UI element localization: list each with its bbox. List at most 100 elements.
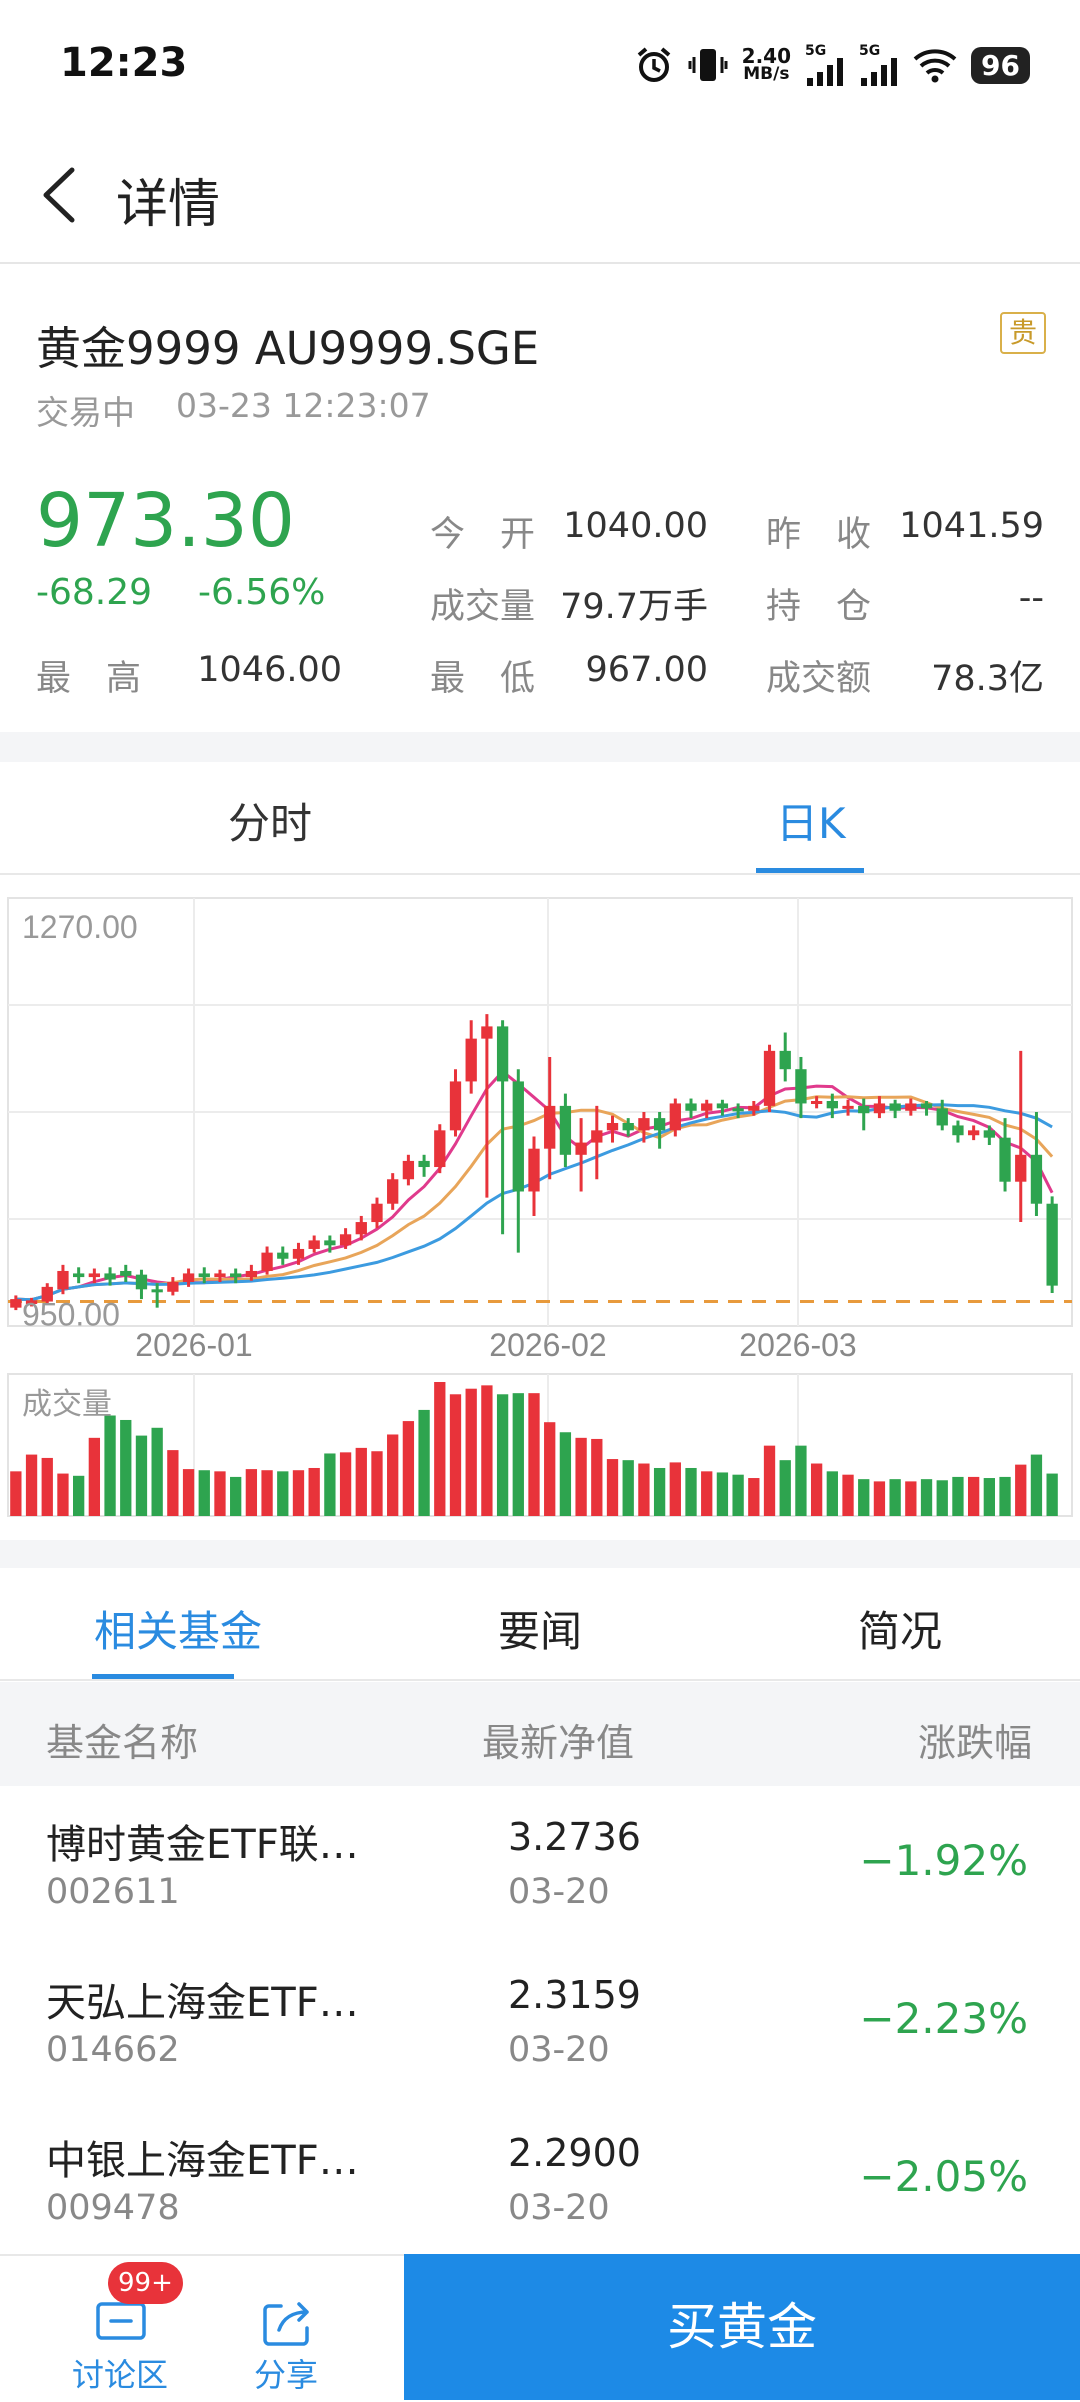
net-speed-value: 2.40 [741,44,792,68]
candle-body [308,1240,320,1249]
volume-bar [622,1460,634,1516]
candle-body [214,1273,226,1278]
candle-body [873,1103,886,1114]
volume-bar [57,1473,69,1516]
candle-body [387,1179,399,1204]
trade-status: 交易中 [36,393,135,432]
volume-bar [434,1382,446,1516]
candle [763,1044,776,1112]
y-axis-top-label: 1270.00 [22,909,138,945]
candle [842,1099,854,1116]
volume-bar [355,1447,367,1516]
position-value: -- [1018,578,1044,618]
candle [983,1125,995,1146]
status-bar: 12:23 2.40 MB/s 5G 5G 96 [0,0,1080,132]
candle-body [622,1123,634,1131]
prev-close-label: 昨 收 [766,515,872,555]
candle-body [230,1273,242,1278]
volume-bar [418,1409,430,1516]
candle [371,1197,383,1229]
signal-icon: 5G [805,44,845,86]
category-tag: 贵 [1000,312,1046,354]
tab-news[interactable]: 要闻 [498,1598,582,1659]
back-button[interactable] [34,160,94,230]
candle-body [544,1105,556,1149]
trade-time: 03-23 12:23:07 [176,386,431,425]
candle [575,1118,587,1192]
buy-gold-button[interactable]: 买黄金 [404,2254,1080,2400]
volume-bar [308,1467,320,1516]
volume-bar [245,1469,258,1516]
tab-intraday[interactable]: 分时 [228,790,312,851]
volume-bar [591,1438,603,1516]
volume-bar [967,1476,980,1516]
candle-body [198,1273,210,1278]
tab-related-funds[interactable]: 相关基金 [94,1598,262,1659]
volume-bar [716,1472,729,1516]
candle-body [936,1108,948,1126]
candle-body [889,1103,901,1111]
fund-name: 中银上海金ETF… [46,2138,359,2184]
volume-bar [339,1452,352,1516]
kline-chart[interactable]: 1270.00 950.00 2026-01 2026-02 2026-03 成交量 [0,880,1080,1540]
volume-bar [889,1479,901,1516]
candle [434,1124,446,1174]
header-change: 涨跌幅 [917,1721,1032,1765]
volume-bar [512,1393,524,1516]
fund-code: 009478 [46,2188,180,2228]
candle-body [999,1137,1011,1182]
volume-bar [763,1445,776,1516]
candle-body [88,1273,101,1278]
fund-code: 014662 [46,2030,180,2070]
candle-body [1046,1203,1058,1286]
candle-body [261,1252,273,1271]
candle-body [512,1081,524,1192]
candle-body [795,1069,807,1104]
candle [967,1125,980,1141]
candle-body [57,1270,69,1290]
candle-body [496,1026,509,1082]
candle [135,1269,148,1300]
candle-body [858,1105,870,1114]
share-button[interactable]: 分享 [216,2256,356,2402]
page-title: 详情 [116,175,221,235]
candle [10,1295,22,1311]
tab-overview[interactable]: 简况 [858,1598,942,1659]
volume-label: 成交量 [430,587,536,627]
tab-daily-k[interactable]: 日K [776,790,846,851]
candle-body [952,1125,964,1136]
candle-body [371,1203,383,1223]
candle [120,1264,132,1282]
candle-body [591,1130,603,1143]
candle [261,1246,273,1275]
candle-body [449,1081,462,1131]
volume-bar [120,1419,132,1516]
candle [544,1056,556,1180]
fund-date: 03-20 [508,2188,610,2228]
high-label: 最 高 [36,659,142,699]
volume-bar [182,1469,195,1516]
volume-bar [1046,1473,1058,1516]
candle-body [167,1281,179,1292]
candle-body [418,1160,430,1168]
candle-body [669,1103,681,1131]
vibrate-icon [688,45,728,85]
volume-bar [25,1454,38,1516]
candle [1046,1196,1058,1293]
volume-bar [465,1388,477,1516]
candle [873,1096,886,1119]
x-axis-label: 2026-01 [135,1327,252,1363]
candle-body [748,1105,760,1111]
status-time: 12:23 [60,40,188,86]
wifi-icon [913,47,957,83]
discussion-label: 讨论区 [71,2356,168,2394]
candle [387,1173,399,1210]
last-price: 973.30 [36,478,295,564]
fund-name: 天弘上海金ETF… [46,1980,359,2026]
candle-body [434,1130,446,1168]
volume-bar [528,1393,540,1516]
volume-bar [387,1434,399,1516]
candle-body [135,1274,148,1290]
candle [1015,1050,1027,1223]
tab-divider [0,873,1080,875]
